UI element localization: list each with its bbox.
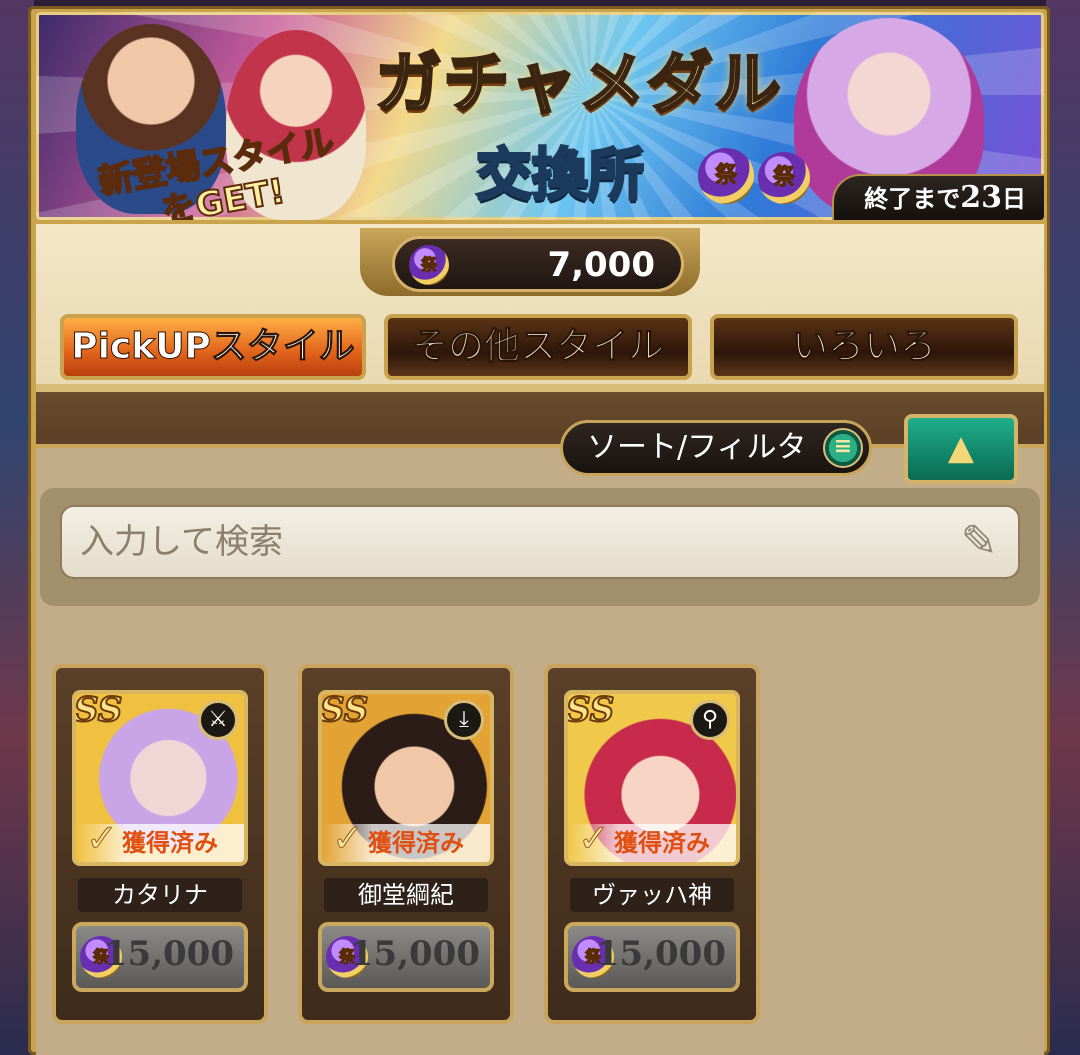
price-value: 15,000	[103, 934, 234, 974]
price-tag[interactable]: 祭 15,000	[564, 922, 740, 992]
list-icon: ≡	[823, 428, 863, 468]
price-tag[interactable]: 祭 15,000	[72, 922, 248, 992]
style-card[interactable]: SS ⤓ 獲得済み ✓ 御堂綱紀 祭 15,000	[298, 664, 514, 1024]
sort-filter-button[interactable]: ソート/フィルタ ≡	[560, 420, 872, 476]
end-timer-unit: 日	[1002, 185, 1026, 213]
gacha-medal-icon: 祭	[758, 152, 810, 204]
price-tag[interactable]: 祭 15,000	[318, 922, 494, 992]
check-icon: ✓	[332, 816, 365, 861]
banner-subtitle: 交換所	[475, 142, 646, 210]
currency-value: 7,000	[547, 245, 655, 285]
character-name: ヴァッハ神	[570, 878, 734, 912]
check-icon: ✓	[86, 816, 119, 861]
rank-badge: SS	[74, 690, 123, 731]
sword-icon: ⚔	[198, 700, 238, 740]
gacha-medal-icon: 祭	[698, 148, 754, 204]
character-portrait: SS ⤓ 獲得済み ✓	[318, 690, 494, 866]
tab-pickup-style[interactable]: PickUPスタイル	[60, 314, 366, 380]
triangle-up-icon: ▲	[947, 428, 975, 468]
end-timer-days: 23	[960, 180, 1002, 215]
rank-badge: SS	[566, 690, 615, 731]
rank-badge: SS	[320, 690, 369, 731]
background-right	[1046, 0, 1080, 1055]
tab-divider	[36, 384, 1044, 392]
tab-other-style[interactable]: その他スタイル	[384, 314, 692, 380]
sort-filter-label: ソート/フィルタ	[587, 430, 807, 465]
price-value: 15,000	[349, 934, 480, 974]
currency-display: 祭 7,000	[392, 236, 684, 292]
style-card[interactable]: SS ⚔ 獲得済み ✓ カタリナ 祭 15,000	[52, 664, 268, 1024]
character-name: 御堂綱紀	[324, 878, 488, 912]
banner-title: ガチャメダル	[374, 44, 783, 124]
character-portrait: SS ⚲ 獲得済み ✓	[564, 690, 740, 866]
edit-icon[interactable]: ✎	[952, 514, 1006, 570]
tab-misc[interactable]: いろいろ	[710, 314, 1018, 380]
style-card[interactable]: SS ⚲ 獲得済み ✓ ヴァッハ神 祭 15,000	[544, 664, 760, 1024]
staff-icon: ⚲	[690, 700, 730, 740]
spear-icon: ⤓	[444, 700, 484, 740]
price-value: 15,000	[595, 934, 726, 974]
gacha-medal-icon: 祭	[409, 245, 449, 285]
end-timer-prefix: 終了まで	[864, 185, 961, 213]
character-name: カタリナ	[78, 878, 242, 912]
character-portrait: SS ⚔ 獲得済み ✓	[72, 690, 248, 866]
check-icon: ✓	[578, 816, 611, 861]
search-input[interactable]: 入力して検索	[60, 505, 1020, 579]
collapse-button[interactable]: ▲	[904, 414, 1018, 484]
event-banner: ガチャメダル 交換所 新登場スタイルをGET! 祭 祭 終了まで23日	[36, 12, 1044, 220]
toolbar-strip	[36, 392, 1044, 446]
event-end-timer: 終了まで23日	[832, 174, 1044, 220]
